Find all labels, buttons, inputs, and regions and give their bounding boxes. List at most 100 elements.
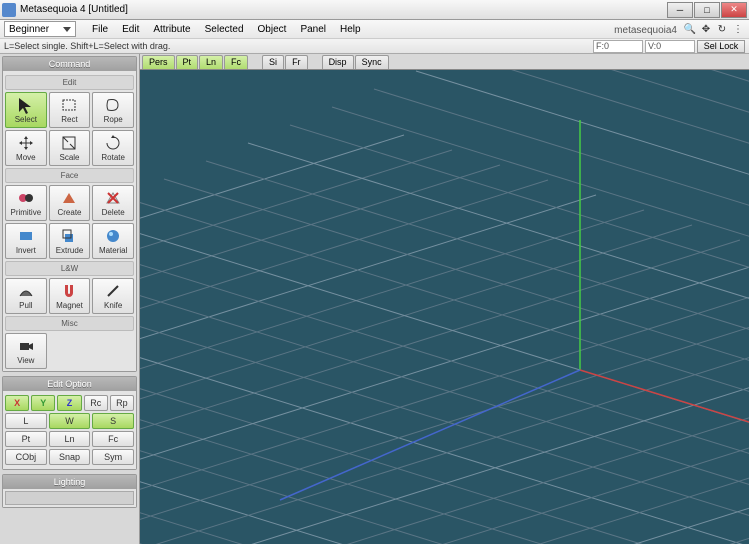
tool-rope[interactable]: Rope (92, 92, 134, 128)
tool-material[interactable]: Material (92, 223, 134, 259)
tool-select[interactable]: Select (5, 92, 47, 128)
app-icon (2, 3, 16, 17)
hint-bar: L=Select single. Shift+L=Select with dra… (0, 38, 749, 54)
minimize-button[interactable]: ─ (667, 2, 693, 18)
tab-sep (249, 55, 261, 69)
tool-delete[interactable]: Delete (92, 185, 134, 221)
vert-count: V:0 (645, 40, 695, 53)
tool-label: Rotate (101, 153, 125, 162)
move-icon[interactable]: ✥ (699, 24, 713, 35)
section-misc: Misc (5, 316, 134, 331)
tool-scale[interactable]: Scale (49, 130, 91, 166)
section-face: Face (5, 168, 134, 183)
tab-disp[interactable]: Disp (322, 55, 354, 69)
tab-sync[interactable]: Sync (355, 55, 389, 69)
search-icon[interactable]: 🔍 (683, 24, 697, 35)
lighting-slider[interactable] (5, 491, 134, 505)
tool-label: Magnet (56, 301, 83, 310)
menu-file[interactable]: File (86, 22, 114, 37)
mode-label: Beginner (9, 24, 49, 35)
opt-rc[interactable]: Rc (84, 395, 108, 411)
opt-sym[interactable]: Sym (92, 449, 134, 465)
tool-extrude[interactable]: Extrude (49, 223, 91, 259)
create-icon (60, 189, 78, 207)
invert-icon (17, 227, 35, 245)
tool-label: Rope (104, 115, 123, 124)
tool-label: Rect (61, 115, 77, 124)
close-button[interactable]: ✕ (721, 2, 747, 18)
rope-icon (104, 96, 122, 114)
maximize-button[interactable]: □ (694, 2, 720, 18)
tab-fr[interactable]: Fr (285, 55, 308, 69)
rotate-icon (104, 134, 122, 152)
tool-knife[interactable]: Knife (92, 278, 134, 314)
tool-label: Move (16, 153, 36, 162)
tab-fc[interactable]: Fc (224, 55, 248, 69)
delete-icon (104, 189, 122, 207)
tab-ln[interactable]: Ln (199, 55, 223, 69)
hint-text: L=Select single. Shift+L=Select with dra… (4, 41, 170, 51)
extrude-icon (60, 227, 78, 245)
opt-cobj[interactable]: CObj (5, 449, 47, 465)
tool-primitive[interactable]: Primitive (5, 185, 47, 221)
tab-pers[interactable]: Pers (142, 55, 175, 69)
tool-magnet[interactable]: Magnet (49, 278, 91, 314)
brand-logo: metasequoia4 (614, 21, 677, 37)
tool-label: View (17, 356, 34, 365)
viewport[interactable]: PersPtLnFc SiFr DispSync (140, 54, 749, 544)
menu-attribute[interactable]: Attribute (147, 22, 196, 37)
menu-panel[interactable]: Panel (294, 22, 332, 37)
menu-edit[interactable]: Edit (116, 22, 145, 37)
tab-pt[interactable]: Pt (176, 55, 199, 69)
opt-pt[interactable]: Pt (5, 431, 47, 447)
opt-ln[interactable]: Ln (49, 431, 91, 447)
tool-label: Extrude (56, 246, 84, 255)
knife-icon (104, 282, 122, 300)
select-icon (17, 96, 35, 114)
mode-select[interactable]: Beginner (4, 21, 76, 37)
opt-z[interactable]: Z (57, 395, 81, 411)
menu-selected[interactable]: Selected (199, 22, 250, 37)
command-panel: Command EditSelectRectRopeMoveScaleRotat… (2, 56, 137, 372)
tool-view[interactable]: View (5, 333, 47, 369)
tool-rotate[interactable]: Rotate (92, 130, 134, 166)
tool-label: Primitive (10, 208, 41, 217)
tab-si[interactable]: Si (262, 55, 284, 69)
magnet-icon (60, 282, 78, 300)
tool-create[interactable]: Create (49, 185, 91, 221)
opt-rp[interactable]: Rp (110, 395, 134, 411)
grid-3d (140, 70, 749, 544)
menu-bar: FileEditAttributeSelectedObjectPanelHelp (86, 22, 367, 37)
material-icon (104, 227, 122, 245)
opt-w[interactable]: W (49, 413, 91, 429)
rotate-icon[interactable]: ↻ (715, 24, 729, 35)
rect-icon (60, 96, 78, 114)
more-icon[interactable]: ⋮ (731, 24, 745, 35)
opt-y[interactable]: Y (31, 395, 55, 411)
tool-pull[interactable]: Pull (5, 278, 47, 314)
sel-lock-button[interactable]: Sel Lock (697, 40, 745, 53)
tool-invert[interactable]: Invert (5, 223, 47, 259)
view-icon (17, 337, 35, 355)
tool-move[interactable]: Move (5, 130, 47, 166)
app-bar: Beginner FileEditAttributeSelectedObject… (0, 20, 749, 38)
menu-help[interactable]: Help (334, 22, 367, 37)
opt-x[interactable]: X (5, 395, 29, 411)
tool-label: Delete (102, 208, 125, 217)
opt-fc[interactable]: Fc (92, 431, 134, 447)
opt-snap[interactable]: Snap (49, 449, 91, 465)
nav-icons: 🔍 ✥ ↻ ⋮ (683, 24, 745, 35)
tool-label: Scale (59, 153, 79, 162)
chevron-down-icon (63, 27, 71, 32)
tool-label: Create (57, 208, 81, 217)
edit-option-panel: Edit Option XYZRcRpLWSPtLnFcCObjSnapSym (2, 376, 137, 470)
lighting-panel: Lighting (2, 474, 137, 508)
tool-label: Select (15, 115, 37, 124)
opt-s[interactable]: S (92, 413, 134, 429)
titlebar: Metasequoia 4 [Untitled] ─ □ ✕ (0, 0, 749, 20)
move-icon (17, 134, 35, 152)
opt-l[interactable]: L (5, 413, 47, 429)
tool-rect[interactable]: Rect (49, 92, 91, 128)
tab-sep (309, 55, 321, 69)
menu-object[interactable]: Object (252, 22, 293, 37)
